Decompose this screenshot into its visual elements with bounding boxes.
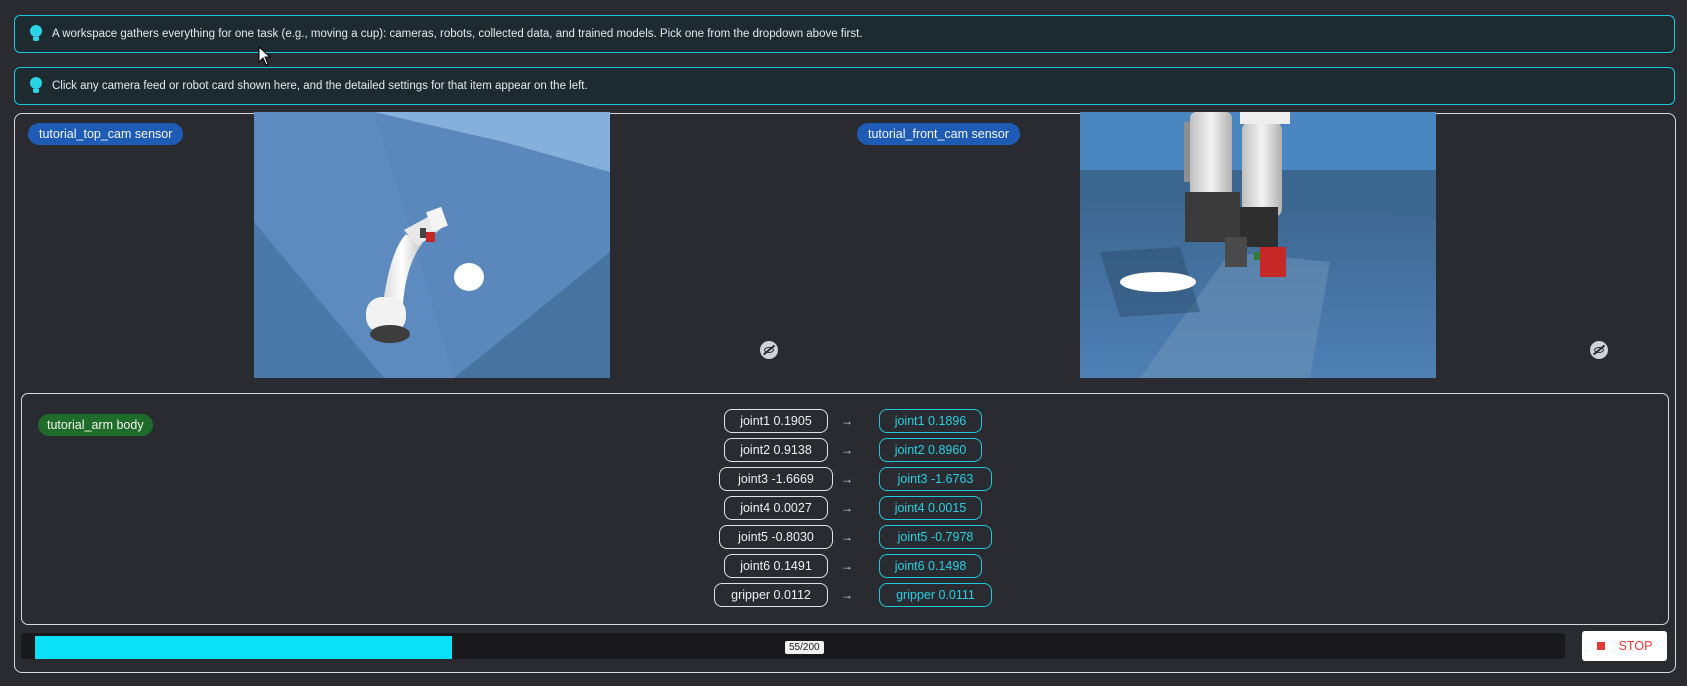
progress-label: 55/200 <box>785 641 824 654</box>
joint-target-value: joint6 0.1498 <box>879 554 982 578</box>
hide-feed-icon[interactable] <box>1590 341 1608 359</box>
joint-row: joint6 0.1491 → joint6 0.1498 <box>22 554 1668 578</box>
joint-target-value: joint4 0.0015 <box>879 496 982 520</box>
arrow-icon: → <box>841 588 853 602</box>
tip-text: A workspace gathers everything for one t… <box>52 28 863 40</box>
lightbulb-icon <box>29 77 43 95</box>
joint-current-value: joint2 0.9138 <box>724 438 828 462</box>
sensor-tag-top-cam[interactable]: tutorial_top_cam sensor <box>28 123 184 145</box>
mouse-cursor-icon <box>258 46 272 66</box>
joint-row: joint4 0.0027 → joint4 0.0015 <box>22 496 1668 520</box>
joint-current-value: gripper 0.0112 <box>714 583 828 607</box>
joint-current-value: joint3 -1.6669 <box>719 467 833 491</box>
joint-current-value: joint6 0.1491 <box>724 554 828 578</box>
arrow-icon: → <box>841 414 853 428</box>
robot-body-card[interactable]: tutorial_arm body joint1 0.1905 → joint1… <box>21 393 1669 625</box>
joint-target-value: joint5 -0.7978 <box>879 525 992 549</box>
joint-target-value: joint2 0.8960 <box>879 438 982 462</box>
joint-row: joint2 0.9138 → joint2 0.8960 <box>22 438 1668 462</box>
joint-target-value: joint3 -1.6763 <box>879 467 992 491</box>
joint-row: joint5 -0.8030 → joint5 -0.7978 <box>22 525 1668 549</box>
joint-target-value: joint1 0.1896 <box>879 409 982 433</box>
selection-tip-banner: Click any camera feed or robot card show… <box>14 67 1675 105</box>
arrow-icon: → <box>841 443 853 457</box>
episode-progress-bar: 55/200 <box>21 633 1565 659</box>
stop-label: STOP <box>1618 639 1653 653</box>
progress-fill <box>35 636 452 659</box>
joint-current-value: joint5 -0.8030 <box>719 525 833 549</box>
stop-button[interactable]: STOP <box>1582 631 1667 661</box>
sensor-tag-front-cam[interactable]: tutorial_front_cam sensor <box>857 123 1021 145</box>
arrow-icon: → <box>841 559 853 573</box>
joint-current-value: joint1 0.1905 <box>724 409 828 433</box>
hide-feed-icon[interactable] <box>760 341 778 359</box>
tip-text: Click any camera feed or robot card show… <box>52 80 588 92</box>
camera-feed-front-cam[interactable] <box>1080 112 1436 378</box>
joint-current-value: joint4 0.0027 <box>724 496 828 520</box>
stop-icon <box>1596 642 1605 650</box>
joint-row: joint1 0.1905 → joint1 0.1896 <box>22 409 1668 433</box>
joint-row: joint3 -1.6669 → joint3 -1.6763 <box>22 467 1668 491</box>
joint-row: gripper 0.0112 → gripper 0.0111 <box>22 583 1668 607</box>
lightbulb-icon <box>29 25 43 43</box>
arrow-icon: → <box>841 472 853 486</box>
joint-target-value: gripper 0.0111 <box>879 583 992 607</box>
camera-feed-top-cam[interactable] <box>254 112 610 378</box>
workspace-panel: tutorial_top_cam sensor tutorial_front_c… <box>14 112 1676 673</box>
arrow-icon: → <box>841 501 853 515</box>
arrow-icon: → <box>841 530 853 544</box>
